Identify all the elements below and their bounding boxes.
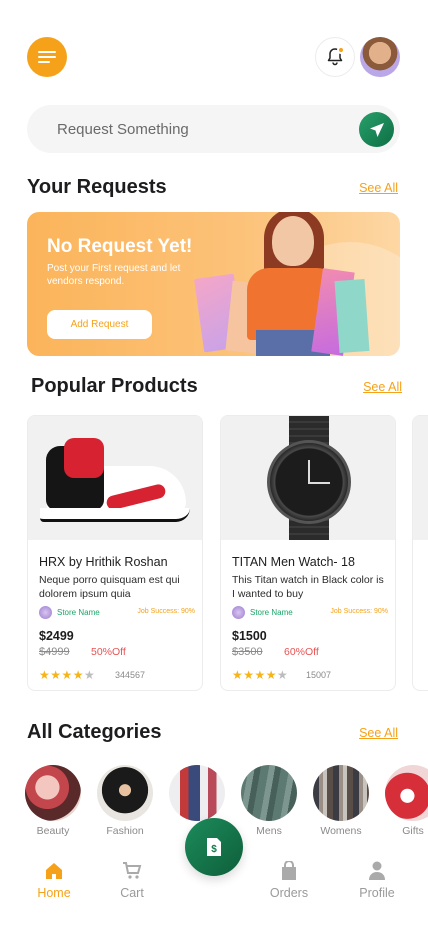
category-image [313,765,369,821]
product-image-shoe [28,416,202,540]
avatar[interactable] [360,37,400,77]
nav-orders-label: Orders [269,886,309,900]
request-banner: No Request Yet! Post your First request … [27,212,400,356]
requests-see-all-link[interactable]: See All [359,181,398,195]
nav-profile[interactable]: Profile [347,860,407,900]
your-requests-title: Your Requests [27,176,167,198]
category-label: Gifts [402,825,424,837]
dollar-request-button[interactable]: $ [185,818,243,876]
product-card-partial[interactable] [412,415,428,691]
all-categories-title: All Categories [27,721,162,743]
product-title: TITAN Men Watch- 18 [232,555,355,569]
product-old-price: $3500 [232,646,263,658]
star-icon: ★ [84,668,96,682]
store-avatar [232,606,245,619]
dollar-icon: $ [207,838,221,856]
product-price: $2499 [39,629,74,643]
category-fashion[interactable]: Fashion [96,765,154,837]
rating-stars: ★★★★★ [39,668,95,682]
product-description: Neque porro quisquam est qui dolorem ips… [39,574,180,600]
products-see-all-link[interactable]: See All [363,380,402,394]
category-label: Fashion [106,825,144,837]
profile-icon [369,861,385,880]
category-image [385,765,428,821]
store-row: Store Name Job Success: 90% [39,606,195,620]
product-discount: 60%Off [284,646,319,658]
category-image [25,765,81,821]
store-avatar [39,606,52,619]
product-old-price: $4999 [39,646,70,658]
rating-stars: ★★★★★ [232,668,288,682]
nav-orders[interactable]: Orders [259,860,319,900]
store-row: Store Name Job Success: 90% [232,606,388,620]
product-image [413,416,428,540]
product-card[interactable]: HRX by Hrithik Roshan Neque porro quisqu… [27,415,203,691]
job-success: Job Success: 90% [330,608,388,615]
category-womens[interactable]: Womens [312,765,370,837]
category-label: Womens [320,825,362,837]
review-count: 15007 [306,670,332,680]
category-image [97,765,153,821]
menu-button[interactable] [27,37,67,77]
orders-icon [282,861,296,880]
product-card[interactable]: TITAN Men Watch- 18 This Titan watch in … [220,415,396,691]
send-button[interactable] [359,112,394,147]
popular-products-title: Popular Products [31,375,198,397]
store-name[interactable]: Store Name [250,608,293,617]
star-icon: ★ [277,668,289,682]
category-label: Beauty [36,825,70,837]
categories-see-all-link[interactable]: See All [359,726,398,740]
star-icon: ★★★★ [39,668,85,682]
nav-home[interactable]: Home [24,860,84,900]
add-request-button[interactable]: Add Request [47,310,152,339]
category-gifts[interactable]: Gifts [384,765,428,837]
star-icon: ★★★★ [232,668,278,682]
product-image-watch [221,416,395,540]
notification-dot [337,46,345,54]
send-icon [369,122,384,137]
home-icon [46,863,62,879]
category-image [169,765,225,821]
review-count: 344567 [115,670,146,680]
category-mens[interactable]: Mens [240,765,298,837]
category-beauty[interactable]: Beauty [24,765,82,837]
search-input[interactable] [57,105,337,153]
category-label: Mens [256,825,282,837]
nav-cart-label: Cart [120,886,144,900]
notifications-button[interactable] [315,37,355,77]
product-price: $1500 [232,629,267,643]
banner-title: No Request Yet! [47,236,193,257]
product-title: HRX by Hrithik Roshan [39,555,168,569]
banner-subtitle: Post your First request and let vendors … [47,263,181,287]
nav-profile-label: Profile [359,886,395,900]
menu-icon [38,51,56,63]
store-name[interactable]: Store Name [57,608,100,617]
job-success: Job Success: 90% [137,608,195,615]
category-item[interactable] [168,765,226,825]
nav-cart[interactable]: Cart [102,860,162,900]
nav-home-label: Home [37,886,71,900]
cart-icon [123,862,142,879]
product-discount: 50%Off [91,646,126,658]
product-description: This Titan watch in Black color is I wan… [232,574,384,600]
shopping-bag-illustration [334,279,370,353]
svg-text:$: $ [211,844,217,855]
search-bar [27,105,400,153]
category-image [241,765,297,821]
shopper-illustration [272,216,314,266]
